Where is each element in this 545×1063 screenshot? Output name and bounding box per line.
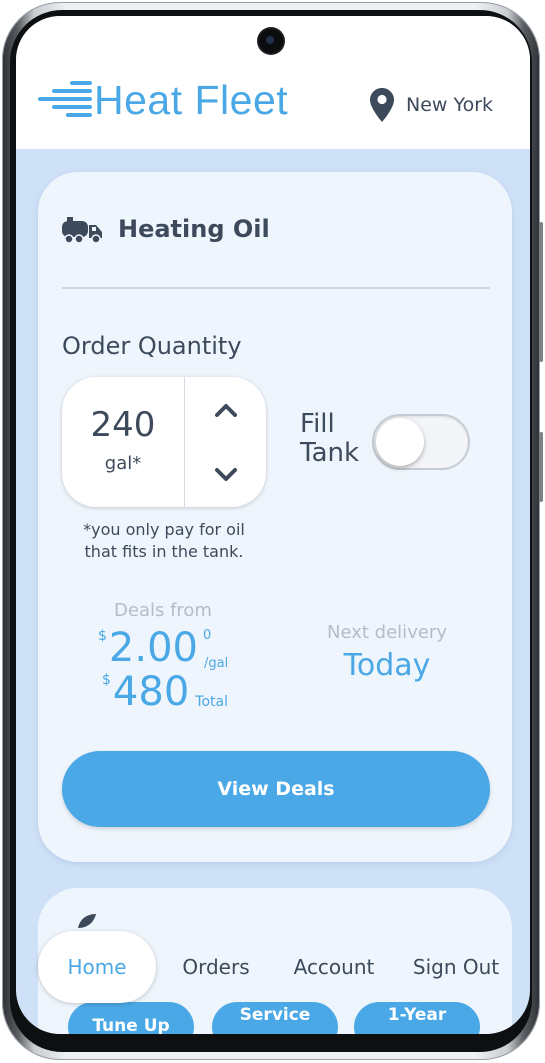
total-currency: $ xyxy=(102,672,111,688)
app-screen: Heat Fleet New York Heating Oil Order Qu… xyxy=(16,16,530,1034)
front-camera xyxy=(259,29,283,53)
next-delivery-value: Today xyxy=(343,648,431,683)
divider xyxy=(62,287,490,289)
deals-from-label: Deals from xyxy=(114,600,212,621)
bottom-nav: Home Orders Account Sign Out xyxy=(38,931,514,1007)
fill-tank-label: Fill Tank xyxy=(300,410,359,468)
fill-tank-toggle[interactable] xyxy=(372,414,470,470)
nav-home[interactable]: Home xyxy=(38,931,156,1003)
chevron-down-icon xyxy=(214,467,237,481)
decrement-button[interactable] xyxy=(185,442,266,507)
location-selector[interactable]: New York xyxy=(370,88,493,122)
card-title-row: Heating Oil xyxy=(62,214,270,244)
price-unit: /gal xyxy=(204,656,229,671)
card-title: Heating Oil xyxy=(118,215,270,243)
speed-lines-icon xyxy=(36,78,92,122)
price-superscript: 0 xyxy=(202,628,212,643)
price-value: 2.00 xyxy=(108,625,198,671)
next-delivery-label: Next delivery xyxy=(327,622,447,643)
price-per-gallon: $ 2.00 0 /gal xyxy=(98,625,228,671)
total-price: $ 480 Total xyxy=(102,670,228,714)
volume-button xyxy=(539,222,543,362)
brand-name: Heat Fleet xyxy=(94,77,289,123)
location-label: New York xyxy=(406,94,494,116)
note-line2: that fits in the tank. xyxy=(84,542,244,561)
chevron-up-icon xyxy=(214,403,237,417)
fill-tank-label-line2: Tank xyxy=(300,438,360,468)
nav-orders[interactable]: Orders xyxy=(168,931,264,1003)
increment-button[interactable] xyxy=(185,377,266,442)
price-currency: $ xyxy=(98,628,107,644)
quantity-stepper: 240 gal* xyxy=(62,377,266,507)
power-button xyxy=(539,432,543,502)
quantity-note: *you only pay for oil that fits in the t… xyxy=(62,519,266,563)
quantity-unit: gal* xyxy=(104,453,142,474)
fill-tank-label-line1: Fill xyxy=(300,409,335,439)
nav-account[interactable]: Account xyxy=(284,931,384,1003)
total-label: Total xyxy=(195,694,228,710)
phone-frame: Heat Fleet New York Heating Oil Order Qu… xyxy=(2,2,543,1060)
toggle-knob xyxy=(376,418,424,466)
nav-sign-out[interactable]: Sign Out xyxy=(406,931,506,1003)
order-quantity-title: Order Quantity xyxy=(62,332,242,360)
map-pin-icon xyxy=(370,88,394,122)
note-line1: *you only pay for oil xyxy=(83,520,245,539)
order-card: Heating Oil Order Quantity 240 gal* Fill… xyxy=(38,172,512,862)
quantity-value[interactable]: 240 xyxy=(62,405,184,445)
oil-truck-icon xyxy=(62,217,102,244)
total-value: 480 xyxy=(112,669,190,715)
leaf-icon xyxy=(78,914,96,928)
view-deals-button[interactable]: View Deals xyxy=(62,751,490,827)
brand-logo[interactable]: Heat Fleet xyxy=(36,78,288,122)
